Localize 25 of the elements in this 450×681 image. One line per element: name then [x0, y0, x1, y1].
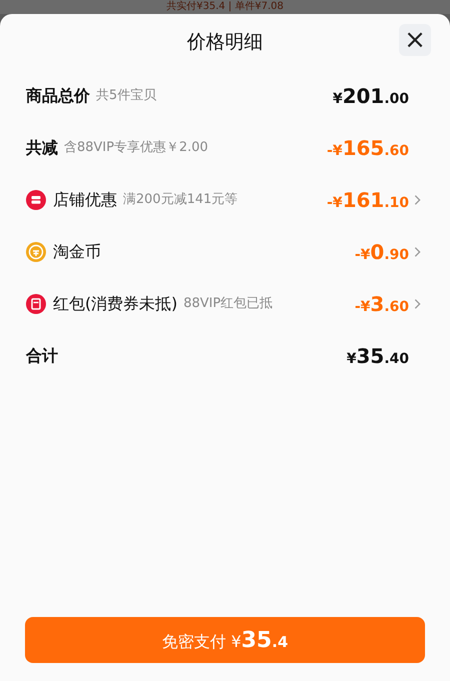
- row-label: 淘金币: [53, 241, 101, 263]
- amount-text: -¥0.90: [354, 239, 409, 266]
- chevron-icon[interactable]: [412, 298, 422, 310]
- close-button[interactable]: ×: [399, 24, 431, 56]
- coin-icon: [26, 242, 46, 262]
- row-label: 商品总价: [26, 85, 90, 107]
- chevron-icon[interactable]: [412, 194, 422, 206]
- row-note: 88VIP红包已抵: [183, 295, 273, 314]
- shop-icon: [26, 190, 46, 210]
- amount-text: ¥35.40: [346, 343, 409, 370]
- envelope-icon: [26, 294, 46, 314]
- row-label: 合计: [26, 345, 58, 367]
- row-note: 满200元减141元等: [123, 191, 238, 210]
- sheet-title: 价格明细: [187, 30, 263, 55]
- amount-text: ¥201.00: [332, 83, 409, 110]
- chevron-icon[interactable]: [412, 246, 422, 258]
- row-note: 共5件宝贝: [96, 87, 156, 106]
- amount-text: -¥3.60: [354, 291, 409, 318]
- amount-text: -¥165.60: [326, 135, 409, 162]
- row-label: 共减: [26, 137, 58, 159]
- backdrop-text: 共实付¥35.4 | 单件¥7.08: [0, 0, 450, 14]
- row-note: 含88VIP专享优惠￥2.00: [64, 139, 208, 158]
- amount-text: -¥161.10: [326, 187, 409, 214]
- row-label: 店铺优惠: [53, 189, 117, 211]
- row-label: 红包(消费券未抵): [53, 293, 178, 315]
